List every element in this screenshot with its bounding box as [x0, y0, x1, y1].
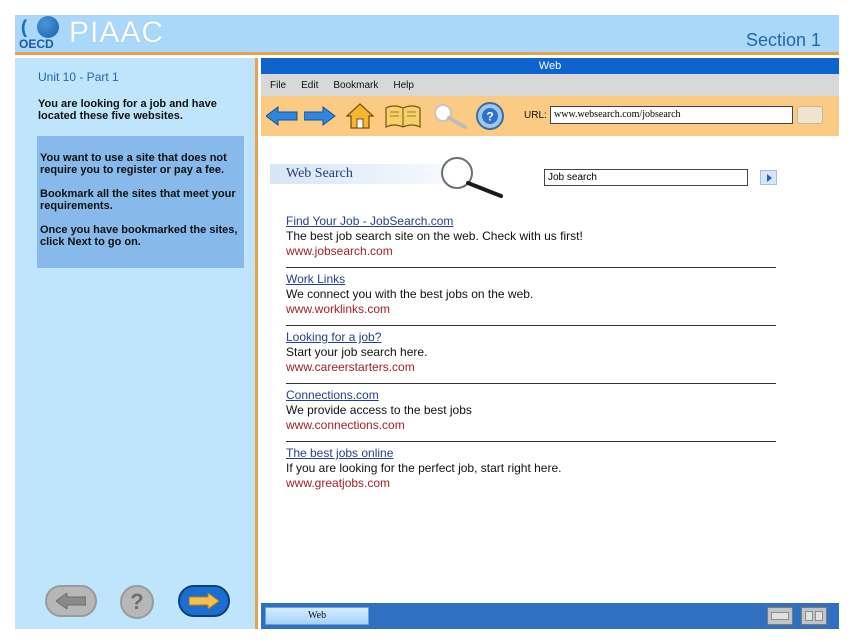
- result-item: Connections.com We provide access to the…: [286, 384, 776, 442]
- result-link[interactable]: Find Your Job - JobSearch.com: [286, 214, 776, 229]
- web-search-title: Web Search: [286, 166, 353, 181]
- web-page-content: Web Search Job search Find Your Job - Jo…: [261, 136, 839, 603]
- next-button[interactable]: [178, 585, 230, 617]
- single-view-button[interactable]: [767, 607, 793, 625]
- split-view-right-icon: [815, 611, 823, 621]
- help-button[interactable]: ?: [120, 585, 154, 619]
- help-icon[interactable]: ?: [474, 101, 506, 131]
- web-task-tab[interactable]: Web: [265, 607, 369, 625]
- oecd-globe-icon: [37, 16, 59, 38]
- browser-window: Web File Edit Bookmark Help ? URL: www.w…: [261, 58, 839, 629]
- instruction-3: Once you have bookmarked the sites, clic…: [40, 224, 238, 248]
- result-url: www.jobsearch.com: [286, 244, 393, 258]
- search-input[interactable]: Job search: [544, 169, 748, 186]
- result-description: Start your job search here.: [286, 345, 428, 359]
- oecd-text: OECD: [19, 37, 54, 51]
- menu-edit[interactable]: Edit: [301, 80, 318, 91]
- result-item: Work Links We connect you with the best …: [286, 268, 776, 326]
- split-view-button[interactable]: [801, 607, 827, 625]
- magnifier-graphic-icon: [441, 157, 503, 198]
- left-arrow-icon: [56, 593, 86, 609]
- piaac-text: PIAAC: [69, 16, 165, 49]
- split-view-left-icon: [805, 611, 813, 621]
- back-arrow-icon[interactable]: [265, 101, 299, 131]
- result-item: Looking for a job? Start your job search…: [286, 326, 776, 384]
- result-url: www.connections.com: [286, 418, 405, 432]
- result-description: The best job search site on the web. Che…: [286, 229, 583, 243]
- result-item: Find Your Job - JobSearch.com The best j…: [286, 210, 776, 268]
- result-url: www.worklinks.com: [286, 302, 391, 316]
- single-view-icon: [771, 612, 789, 620]
- svg-text:?: ?: [486, 110, 493, 124]
- result-url: www.greatjobs.com: [286, 476, 391, 490]
- instruction-1: You want to use a site that does not req…: [40, 152, 227, 176]
- home-icon[interactable]: [345, 101, 375, 131]
- result-url: www.careerstarters.com: [286, 360, 415, 374]
- result-item: The best jobs online If you are looking …: [286, 442, 776, 500]
- search-magnifier-icon[interactable]: [430, 101, 470, 131]
- web-search-banner: Web Search: [270, 164, 445, 184]
- result-description: We provide access to the best jobs: [286, 403, 472, 417]
- oecd-piaac-logo: ((( OECD PIAAC: [19, 15, 164, 53]
- oecd-logo-mark: ((( OECD: [19, 15, 67, 53]
- result-link[interactable]: The best jobs online: [286, 446, 776, 461]
- instruction-2: Bookmark all the sites that meet your re…: [40, 188, 236, 212]
- app-header: ((( OECD PIAAC Section 1: [15, 15, 839, 55]
- url-go-button[interactable]: [797, 106, 823, 124]
- browser-taskbar: Web: [261, 603, 839, 629]
- instruction-panel: Unit 10 - Part 1 You are looking for a j…: [15, 58, 258, 629]
- menu-bar: File Edit Bookmark Help: [261, 74, 839, 96]
- url-label: URL:: [524, 110, 547, 121]
- url-field[interactable]: www.websearch.com/jobsearch: [550, 106, 793, 124]
- result-link[interactable]: Work Links: [286, 272, 776, 287]
- result-link[interactable]: Looking for a job?: [286, 330, 776, 345]
- unit-title: Unit 10 - Part 1: [38, 70, 119, 84]
- navigation-buttons: ?: [45, 585, 235, 619]
- menu-help[interactable]: Help: [393, 80, 414, 91]
- result-description: We connect you with the best jobs on the…: [286, 287, 534, 301]
- browser-title: Web: [261, 58, 839, 74]
- bookmark-book-icon[interactable]: [383, 101, 423, 131]
- result-link[interactable]: Connections.com: [286, 388, 776, 403]
- section-label: Section 1: [745, 30, 821, 50]
- menu-file[interactable]: File: [270, 80, 286, 91]
- right-arrow-icon: [189, 593, 219, 609]
- back-button[interactable]: [45, 585, 97, 617]
- instruction-box: You want to use a site that does not req…: [37, 136, 244, 268]
- browser-toolbar: ? URL: www.websearch.com/jobsearch: [261, 96, 839, 136]
- search-results: Find Your Job - JobSearch.com The best j…: [286, 210, 776, 500]
- search-go-button[interactable]: [760, 170, 777, 185]
- menu-bookmark[interactable]: Bookmark: [333, 80, 378, 91]
- forward-arrow-icon[interactable]: [303, 101, 337, 131]
- intro-text: You are looking for a job and have locat…: [38, 98, 217, 122]
- result-description: If you are looking for the perfect job, …: [286, 461, 562, 475]
